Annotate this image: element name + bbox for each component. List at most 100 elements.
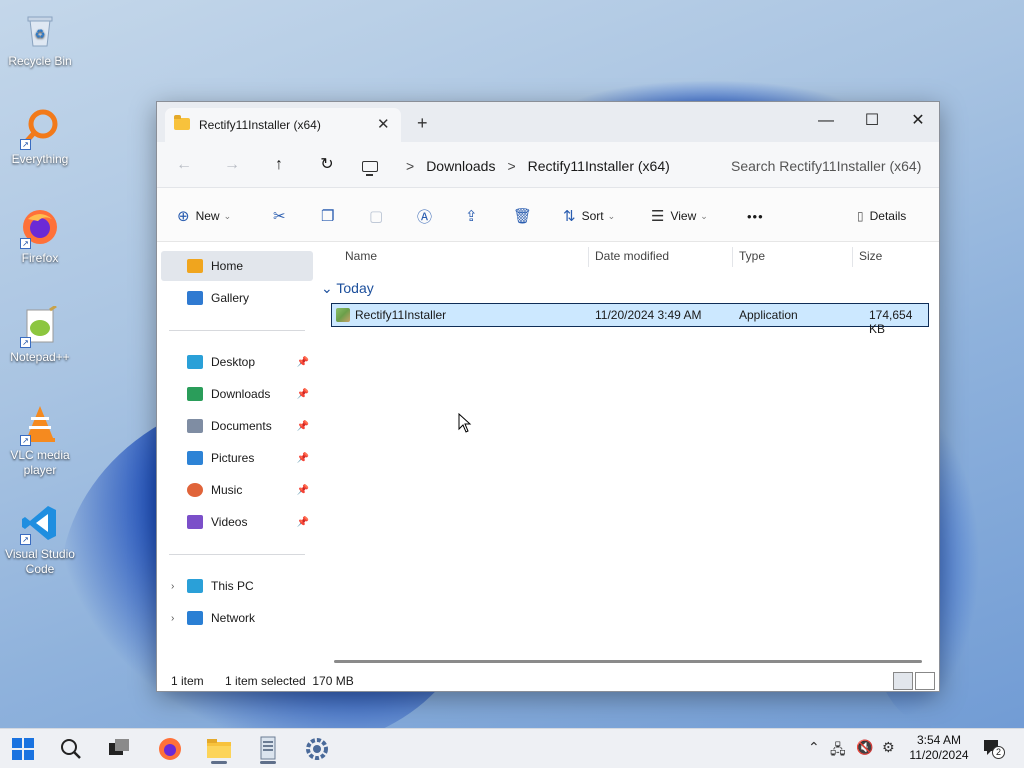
documents-icon [187,419,203,433]
tab-label: Rectify11Installer (x64) [199,118,321,132]
horizontal-scrollbar[interactable] [334,660,922,663]
view-button[interactable]: ☰ View ⌄ [651,206,708,226]
desktop-icon-notepad-plus-plus[interactable]: ↗ Notepad++ [2,304,78,365]
sidebar-item-this-pc[interactable]: › This PC [161,571,313,601]
rename-button[interactable]: Ⓐ [417,206,438,226]
settings-gear-icon [306,738,328,760]
search-button[interactable] [53,733,89,765]
up-button[interactable]: ↑ [268,154,290,176]
sidebar-item-network[interactable]: › Network [161,603,313,633]
notification-center-button[interactable]: 2 [983,739,1005,759]
breadcrumb-downloads[interactable]: Downloads [426,158,495,174]
minimize-button[interactable]: — [803,107,849,135]
network-icon[interactable]: 🖧 [830,739,846,763]
pin-icon[interactable]: 📌 [297,421,309,432]
breadcrumb-separator[interactable]: > [406,158,414,174]
gallery-icon [187,291,203,305]
desktop-icon-everything[interactable]: ↗ Everything [2,108,78,167]
chevron-down-icon: ⌄ [607,210,616,221]
forward-button[interactable]: → [221,154,243,176]
status-selection: 1 item selected 170 MB [225,674,354,688]
notepad-plus-plus-icon: ↗ [20,304,60,348]
file-row[interactable]: Rectify11Installer 11/20/2024 3:49 AM Ap… [331,303,929,336]
tab-rectify11installer[interactable]: Rectify11Installer (x64) ✕ [165,108,401,142]
details-view-button[interactable] [893,672,913,690]
more-options-button[interactable]: ••• [747,206,764,226]
desktop-icon-label: Notepad++ [10,350,70,364]
chevron-up-icon[interactable]: ⌃ [808,739,820,756]
breadcrumb-current-folder[interactable]: Rectify11Installer (x64) [528,158,670,174]
copy-icon: ❐ [321,208,335,225]
pin-icon[interactable]: 📌 [297,389,309,400]
gear-icon[interactable]: ⚙ [882,739,895,756]
folder-icon [207,739,231,758]
address-bar-row: ← → ↑ ↻ > Downloads > Rectify11Installer… [157,142,939,188]
speaker-muted-icon[interactable]: 🔇 [856,739,873,756]
tab-close-button[interactable]: ✕ [377,115,390,133]
sidebar-item-label: Desktop [211,355,256,369]
breadcrumb-separator[interactable]: > [507,158,515,174]
taskbar-file-explorer[interactable] [201,733,237,765]
sidebar-item-desktop[interactable]: Desktop 📌 [161,347,313,377]
task-view-button[interactable] [101,733,137,765]
sidebar-item-pictures[interactable]: Pictures 📌 [161,443,313,473]
sidebar-item-videos[interactable]: Videos 📌 [161,507,313,537]
desktop-icon-vlc[interactable]: ↗ VLC media player [2,404,78,478]
desktop-icon-label: Recycle Bin [8,54,72,68]
taskbar-settings[interactable] [299,733,335,765]
share-button[interactable]: ⇪ [465,206,484,226]
sidebar-item-documents[interactable]: Documents 📌 [161,411,313,441]
sidebar-item-gallery[interactable]: Gallery [161,283,313,313]
chevron-right-icon[interactable]: › [171,581,174,592]
copy-button[interactable]: ❐ [321,206,340,226]
sidebar-item-music[interactable]: Music 📌 [161,475,313,505]
desktop-icon-vscode[interactable]: ↗ Visual Studio Code [2,503,78,577]
music-icon [187,483,203,497]
taskbar-installer[interactable] [250,733,286,765]
refresh-button[interactable]: ↻ [316,154,338,176]
back-button[interactable]: ← [173,154,195,176]
search-input[interactable]: Search Rectify11Installer (x64) [731,154,931,178]
close-button[interactable]: ✕ [895,107,941,135]
this-pc-icon[interactable] [362,160,378,176]
new-label: New [195,209,220,223]
sidebar-item-label: Home [211,259,244,273]
tiles-view-button[interactable] [915,672,935,690]
pin-icon[interactable]: 📌 [297,485,309,496]
sidebar-item-downloads[interactable]: Downloads 📌 [161,379,313,409]
sidebar-divider [169,554,305,555]
maximize-button[interactable]: ☐ [849,107,895,135]
system-clock[interactable]: 3:54 AM 11/20/2024 [904,733,974,763]
mouse-pointer-icon [458,413,472,433]
desktop-icon [187,355,203,369]
pin-icon[interactable]: 📌 [297,453,309,464]
paste-button[interactable]: ▢ [369,206,389,226]
cut-button[interactable]: ✂ [273,206,292,226]
details-button[interactable]: ▯ Details [857,206,906,226]
pin-icon[interactable]: 📌 [297,357,309,368]
details-label: Details [869,209,907,223]
sort-button[interactable]: ⇅ Sort ⌄ [563,206,615,226]
column-header-size[interactable]: Size [829,243,909,273]
chevron-right-icon[interactable]: › [171,613,174,624]
taskbar-firefox[interactable] [152,733,188,765]
delete-button[interactable]: 🗑 [513,206,538,226]
title-bar[interactable]: Rectify11Installer (x64) ✕ + — ☐ ✕ [157,102,939,142]
breadcrumb[interactable]: > Downloads > Rectify11Installer (x64) [362,152,714,180]
sidebar-item-home[interactable]: Home [161,251,313,281]
new-tab-button[interactable]: + [417,114,428,132]
column-header-type[interactable]: Type [709,243,849,273]
desktop-icon-recycle-bin[interactable]: ♻ Recycle Bin [2,10,78,69]
sidebar-item-label: Documents [211,419,272,433]
start-button[interactable] [5,733,41,765]
column-header-date-modified[interactable]: Date modified [565,243,708,273]
firefox-icon [159,738,181,760]
navigation-pane: Home Gallery Desktop 📌 Downloads 📌 Docum… [157,243,315,653]
group-header-today[interactable]: ⌄ Today [321,280,374,297]
plus-circle-icon: ⊕ [177,208,190,225]
desktop-icon-firefox[interactable]: ↗ Firefox [2,207,78,266]
new-button[interactable]: ⊕ New ⌄ [177,206,231,226]
column-header-name[interactable]: Name [315,243,589,273]
pin-icon[interactable]: 📌 [297,517,309,528]
clipboard-icon: ▢ [369,208,384,225]
